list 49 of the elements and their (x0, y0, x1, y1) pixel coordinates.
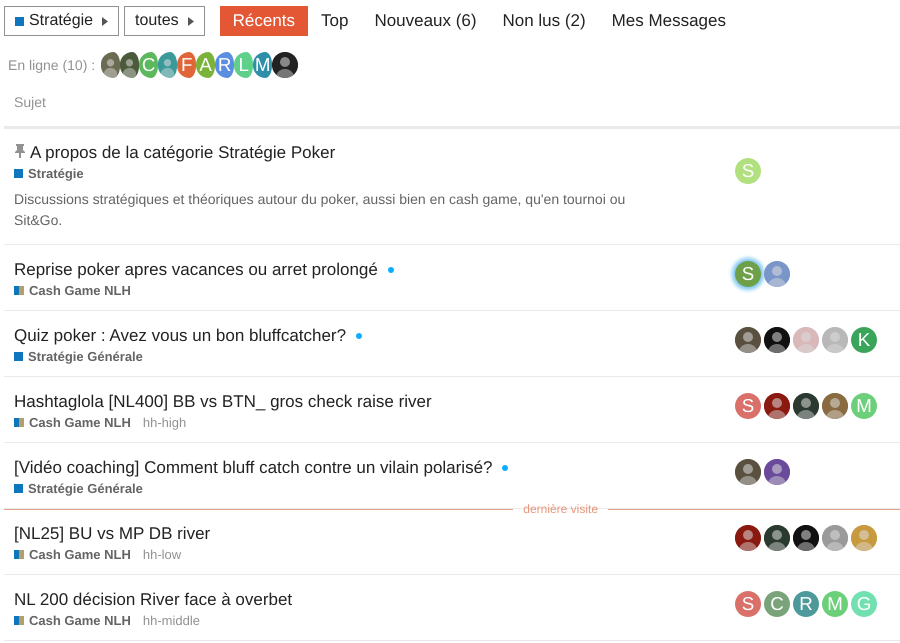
category-link[interactable]: Stratégie (28, 166, 84, 181)
nav-tab[interactable]: Top (308, 6, 362, 36)
caret-icon (102, 16, 108, 26)
nav-tab[interactable]: Non lus (2) (490, 6, 599, 36)
avatar[interactable] (735, 459, 761, 485)
topic-tag[interactable]: hh-low (142, 547, 182, 562)
topic-excerpt: Discussions stratégiques et théoriques autour du poker, aussi bien en cash game, qu'en tournoi ou Sit&Go. (14, 190, 626, 230)
topic-title[interactable]: Reprise poker apres vacances ou arret prolongé (14, 259, 378, 281)
category-link[interactable]: Cash Game NLH (29, 283, 131, 298)
avatar[interactable] (735, 327, 761, 353)
nav-tab[interactable]: Mes Messages (598, 6, 739, 36)
topic-title[interactable]: Hashtaglola [NL400] BB vs BTN_ gros check raise river (14, 391, 432, 413)
topic-title[interactable]: [Vidéo coaching] Comment bluff catch contre un vilain polarisé? (14, 457, 492, 479)
avatar[interactable] (793, 525, 819, 551)
category-dropdown[interactable]: Stratégie (4, 6, 120, 36)
avatar[interactable]: F (177, 52, 196, 78)
avatar[interactable]: K (851, 327, 877, 353)
topic-tag[interactable]: hh-high (142, 415, 186, 430)
avatar[interactable]: S (735, 393, 761, 419)
category-link[interactable]: Cash Game NLH (29, 613, 131, 628)
avatar[interactable] (764, 393, 790, 419)
avatar[interactable]: R (215, 52, 234, 78)
topic-title[interactable]: NL 200 décision River face à overbet (14, 589, 292, 611)
avatar[interactable]: R (793, 591, 819, 617)
avatar[interactable] (272, 52, 298, 78)
last-visit-label: dernière visite (523, 502, 598, 516)
avatar[interactable] (764, 459, 790, 485)
topic-title[interactable]: A propos de la catégorie Stratégie Poker (30, 142, 336, 164)
avatar[interactable] (764, 525, 790, 551)
category-link[interactable]: Stratégie Générale (28, 481, 143, 496)
caret-icon (188, 16, 194, 26)
avatar[interactable]: S (735, 591, 761, 617)
category-link[interactable]: Cash Game NLH (29, 415, 131, 430)
avatar[interactable] (120, 52, 140, 78)
category-link[interactable]: Stratégie Générale (28, 349, 143, 364)
topic-title[interactable]: Quiz poker : Avez vous un bon bluffcatcher? (14, 325, 346, 347)
online-label: En ligne (10) : (8, 57, 96, 73)
topic-title[interactable]: [NL25] BU vs MP DB river (14, 523, 210, 545)
column-header: Sujet (14, 94, 46, 110)
avatar[interactable] (735, 525, 761, 551)
nav-tab[interactable]: Récents (220, 6, 308, 36)
avatar[interactable]: M (253, 52, 272, 78)
category-link[interactable]: Cash Game NLH (29, 547, 131, 562)
avatar[interactable] (793, 393, 819, 419)
nav-tab[interactable]: Nouveaux (6) (361, 6, 490, 36)
category-dropdown[interactable]: toutes (124, 6, 205, 36)
avatar[interactable] (764, 327, 790, 353)
avatar[interactable]: S (735, 261, 761, 287)
topic-tag[interactable]: hh-middle (142, 613, 200, 628)
